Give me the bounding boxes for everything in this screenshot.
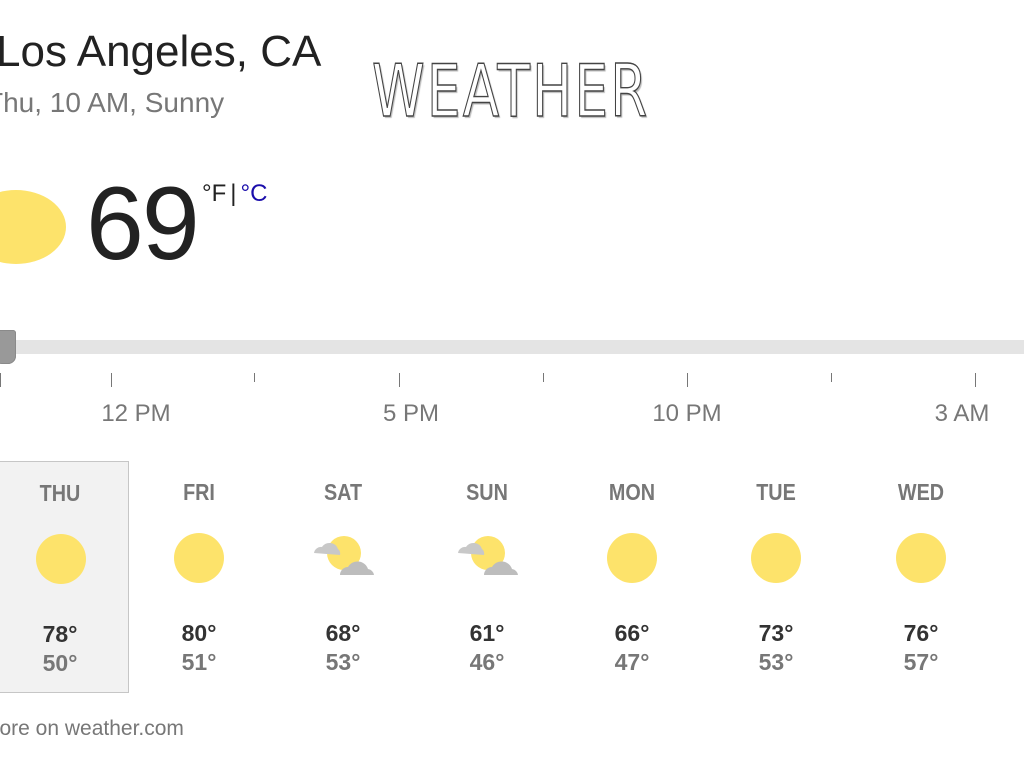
sun-icon	[0, 190, 66, 264]
current-condition: Thu, 10 AM, Sunny	[0, 87, 225, 118]
sun-icon	[896, 533, 946, 583]
timeline-tick	[399, 373, 400, 387]
day-name: SUN	[466, 479, 508, 505]
current-sun-icon	[0, 190, 66, 264]
high-temperature: 73°	[758, 620, 794, 646]
low-temperature: 47°	[614, 649, 650, 675]
hour-label-10pm: 10 PM	[652, 400, 722, 427]
weather-card: Los Angeles, CA Thu, 10 AM, Sunny WEATHE…	[0, 0, 1024, 768]
partly-cloudy-icon	[456, 533, 520, 583]
low-temperature: 53°	[758, 649, 794, 675]
low-temperature: 46°	[469, 649, 505, 675]
day-name: MON	[608, 479, 656, 505]
sun-icon	[36, 534, 86, 584]
timeline-tick	[975, 373, 976, 387]
timeline-tick	[687, 373, 688, 387]
location-title: Los Angeles, CA	[0, 27, 322, 76]
day-name: FRI	[183, 479, 215, 505]
hour-label-3am: 3 AM	[934, 400, 990, 427]
day-name: THU	[39, 480, 81, 506]
high-temperature: 76°	[903, 620, 939, 646]
high-temperature: 66°	[614, 620, 650, 646]
timeline-tick	[831, 373, 832, 382]
sun-icon	[751, 533, 801, 583]
high-temperature: 61°	[469, 620, 505, 646]
more-on-weather-link[interactable]: More on weather.com	[0, 716, 184, 742]
low-temperature: 53°	[325, 649, 361, 675]
high-temperature: 68°	[325, 620, 361, 646]
hour-label-12pm: 12 PM	[101, 400, 171, 427]
forecast-day-sun[interactable]: SUN 61° 46°	[418, 461, 556, 693]
forecast-day-tue[interactable]: TUE 73° 53°	[707, 461, 845, 693]
hour-slider-track[interactable]	[0, 340, 1024, 354]
sun-icon	[607, 533, 657, 583]
day-name: TUE	[756, 479, 796, 505]
forecast-day-sat[interactable]: SAT 68° 53°	[274, 461, 412, 693]
unit-toggle: °F | °C	[202, 180, 267, 208]
sun-icon	[174, 533, 224, 583]
unit-separator: |	[230, 180, 237, 207]
low-temperature: 50°	[42, 650, 78, 676]
fahrenheit-unit: °F	[202, 180, 227, 207]
low-temperature: 51°	[181, 649, 217, 675]
celsius-link[interactable]: °C	[241, 180, 268, 207]
forecast-day-thu[interactable]: THU 78° 50°	[0, 461, 129, 693]
day-name: WED	[897, 479, 945, 505]
day-name: SAT	[323, 479, 363, 505]
high-temperature: 80°	[181, 620, 217, 646]
hour-label-5pm: 5 PM	[382, 400, 440, 427]
forecast-day-mon[interactable]: MON 66° 47°	[563, 461, 701, 693]
timeline-tick	[111, 373, 112, 387]
timeline-tick	[0, 373, 1, 387]
forecast-day-wed[interactable]: WED 76° 57°	[852, 461, 990, 693]
current-temperature: 69	[86, 166, 200, 282]
forecast-day-fri[interactable]: FRI 80° 51°	[130, 461, 268, 693]
low-temperature: 57°	[903, 649, 939, 675]
partly-cloudy-icon	[312, 533, 376, 583]
hour-slider-handle[interactable]	[0, 330, 16, 364]
high-temperature: 78°	[42, 621, 78, 647]
weather-overlay-title: WEATHER	[371, 49, 650, 133]
timeline-tick	[543, 373, 544, 382]
timeline-tick	[254, 373, 255, 382]
